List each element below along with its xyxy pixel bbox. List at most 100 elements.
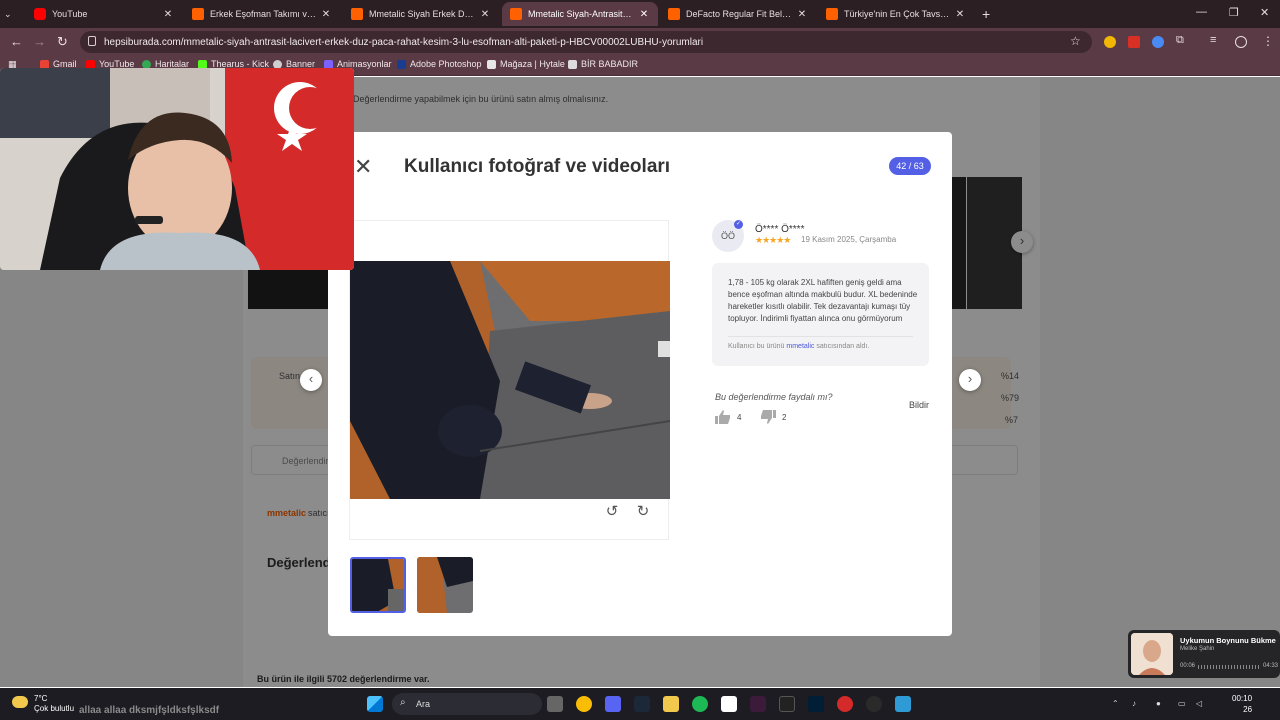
app-icon[interactable]	[837, 696, 853, 712]
thumbs-down-icon	[761, 410, 776, 424]
browser-tab-bar: ⌄ YouTube ✕ Erkek Eşofman Takımı ve Fiya…	[0, 0, 1280, 28]
task-view-icon[interactable]	[547, 696, 563, 712]
stream-ticker-text: allaa allaa dksmjfşldksfşlksdf	[79, 705, 220, 716]
close-icon[interactable]: ✕	[320, 9, 332, 20]
app-icon[interactable]	[866, 696, 882, 712]
microphone-icon[interactable]: ●	[1156, 699, 1161, 708]
close-icon[interactable]: ✕	[162, 9, 174, 20]
like-count: 4	[737, 412, 742, 422]
file-explorer-icon[interactable]	[663, 696, 679, 712]
close-icon[interactable]: ✕	[954, 9, 966, 20]
maximize-icon[interactable]: ❐	[1229, 6, 1239, 19]
minimize-icon[interactable]: —	[1196, 6, 1207, 18]
tab-youtube[interactable]: YouTube ✕	[26, 2, 182, 26]
forward-arrow-icon[interactable]: →	[33, 34, 46, 49]
youtube-favicon-icon	[34, 8, 46, 20]
bookmark-star-icon[interactable]: ☆	[1070, 34, 1081, 48]
volume-icon[interactable]: ◁	[1196, 699, 1202, 708]
modal-title: Kullanıcı fotoğraf ve videoları	[404, 156, 671, 177]
chrome-icon[interactable]	[576, 696, 592, 712]
dislike-count: 2	[782, 412, 787, 422]
review-date: 19 Kasım 2025, Çarşamba	[801, 235, 897, 244]
tab-search-button[interactable]: ⌄	[4, 2, 18, 26]
hepsiburada-favicon-icon	[192, 8, 204, 20]
close-icon[interactable]: ✕	[479, 9, 491, 20]
seller-note-prefix: Kullanıcı bu ürünü	[728, 343, 785, 350]
close-icon[interactable]: ✕	[354, 156, 372, 178]
tab-label: Erkek Eşofman Takımı ve Fiyatla	[210, 9, 316, 19]
steam-icon[interactable]	[634, 696, 650, 712]
seller-link[interactable]: mmetalic	[786, 343, 814, 350]
spotify-icon[interactable]	[692, 696, 708, 712]
tab-label: Türkiye'nin En Çok Tavsiye Edile	[844, 9, 950, 19]
address-bar[interactable]: hepsiburada.com/mmetalic-siyah-antrasit-…	[80, 31, 1092, 53]
menu-icon[interactable]: ⋮	[1262, 34, 1274, 48]
capcut-icon[interactable]	[721, 696, 737, 712]
track-duration: 04:33	[1263, 663, 1279, 669]
tab-label: Mmetalic Siyah-Antrasit-Laciver	[528, 9, 634, 19]
tab-defacto[interactable]: DeFacto Regular Fit Beli Bağcıklı ✕	[660, 2, 816, 26]
new-tab-button[interactable]: +	[982, 6, 990, 22]
track-title: Uykumun Boynunu Bükme	[1180, 636, 1276, 645]
next-media-button[interactable]: ›	[959, 369, 981, 391]
bookmark-bir-babadir[interactable]: BİR BABADIR	[568, 59, 638, 69]
windows-taskbar: 7°C Çok bulutlu allaa allaa dksmjfşldksf…	[0, 688, 1280, 720]
tab-tavsiye[interactable]: Türkiye'nin En Çok Tavsiye Edile ✕	[818, 2, 974, 26]
hepsiburada-favicon-icon	[510, 8, 522, 20]
close-icon[interactable]: ✕	[796, 9, 808, 20]
weather-widget[interactable]: 7°C Çok bulutlu	[12, 694, 74, 714]
dislike-button[interactable]: 2	[760, 410, 786, 424]
network-icon[interactable]: ▭	[1178, 699, 1186, 708]
profile-icon[interactable]	[1235, 36, 1247, 48]
app-icon[interactable]	[750, 696, 766, 712]
track-artist: Melike Şahin	[1180, 646, 1215, 652]
seller-note-suffix: satıcısından aldı.	[816, 343, 870, 350]
album-art	[1131, 633, 1173, 675]
window-close-icon[interactable]: ✕	[1260, 6, 1269, 19]
rotate-left-icon[interactable]: ↺	[604, 504, 620, 520]
start-icon[interactable]	[367, 696, 383, 712]
tab-mmetalic-duz-paca[interactable]: Mmetalic Siyah Erkek Düz Paça ✕	[343, 2, 499, 26]
media-thumbnail[interactable]	[417, 557, 473, 613]
extensions-puzzle-icon[interactable]: ⧉	[1176, 34, 1184, 47]
review-card: 1,78 - 105 kg olarak 2XL hafiften geniş …	[712, 263, 929, 366]
epic-games-icon[interactable]	[779, 696, 795, 712]
extension-icon[interactable]	[1104, 36, 1116, 48]
taskbar-search[interactable]: ⌕ Ara	[392, 693, 542, 715]
browser-toolbar: ← → ↻ hepsiburada.com/mmetalic-siyah-ant…	[0, 28, 1280, 56]
discord-icon[interactable]	[605, 696, 621, 712]
cloud-icon	[12, 696, 28, 708]
photoshop-icon[interactable]	[808, 696, 824, 712]
media-thumbnail[interactable]	[350, 557, 406, 613]
waveform-progress[interactable]	[1198, 665, 1260, 669]
like-button[interactable]: 4	[715, 410, 741, 424]
bookmark-photoshop[interactable]: Adobe Photoshop	[397, 59, 482, 69]
extension-icon[interactable]	[1152, 36, 1164, 48]
thumbs-up-icon	[715, 410, 730, 424]
search-label: Ara	[416, 699, 431, 709]
tab-mmetalic-antrasit[interactable]: Mmetalic Siyah-Antrasit-Laciver ✕	[502, 2, 658, 26]
review-photo[interactable]	[350, 261, 670, 499]
media-control-icon[interactable]: ≡	[1210, 34, 1216, 46]
hepsiburada-favicon-icon	[826, 8, 838, 20]
speaker-icon[interactable]: ♪	[1132, 699, 1136, 708]
tab-label: YouTube	[52, 9, 88, 19]
close-icon[interactable]: ✕	[638, 9, 650, 20]
tray-chevron-icon[interactable]: ⌃	[1112, 699, 1119, 708]
app-icon[interactable]	[895, 696, 911, 712]
review-text: 1,78 - 105 kg olarak 2XL hafiften geniş …	[728, 278, 918, 323]
previous-media-button[interactable]: ‹	[300, 369, 322, 391]
folder-icon	[568, 59, 577, 69]
tab-erkek-esofman[interactable]: Erkek Eşofman Takımı ve Fiyatla ✕	[184, 2, 340, 26]
verified-badge-icon: ✓	[734, 220, 743, 229]
now-playing-widget[interactable]: Uykumun Boynunu Bükme Melike Şahin 00:06…	[1128, 630, 1280, 678]
site-info-icon[interactable]	[88, 36, 96, 46]
clock-time: 00:10	[1232, 694, 1253, 703]
system-clock[interactable]: 00:10 26	[1232, 693, 1252, 715]
rotate-right-icon[interactable]: ↻	[635, 504, 651, 520]
back-arrow-icon[interactable]: ←	[10, 34, 23, 49]
bookmark-hytale[interactable]: Mağaza | Hytale	[487, 59, 565, 69]
report-link[interactable]: Bildir	[909, 400, 929, 410]
extension-icon[interactable]	[1128, 36, 1140, 48]
reload-icon[interactable]: ↻	[57, 34, 68, 50]
